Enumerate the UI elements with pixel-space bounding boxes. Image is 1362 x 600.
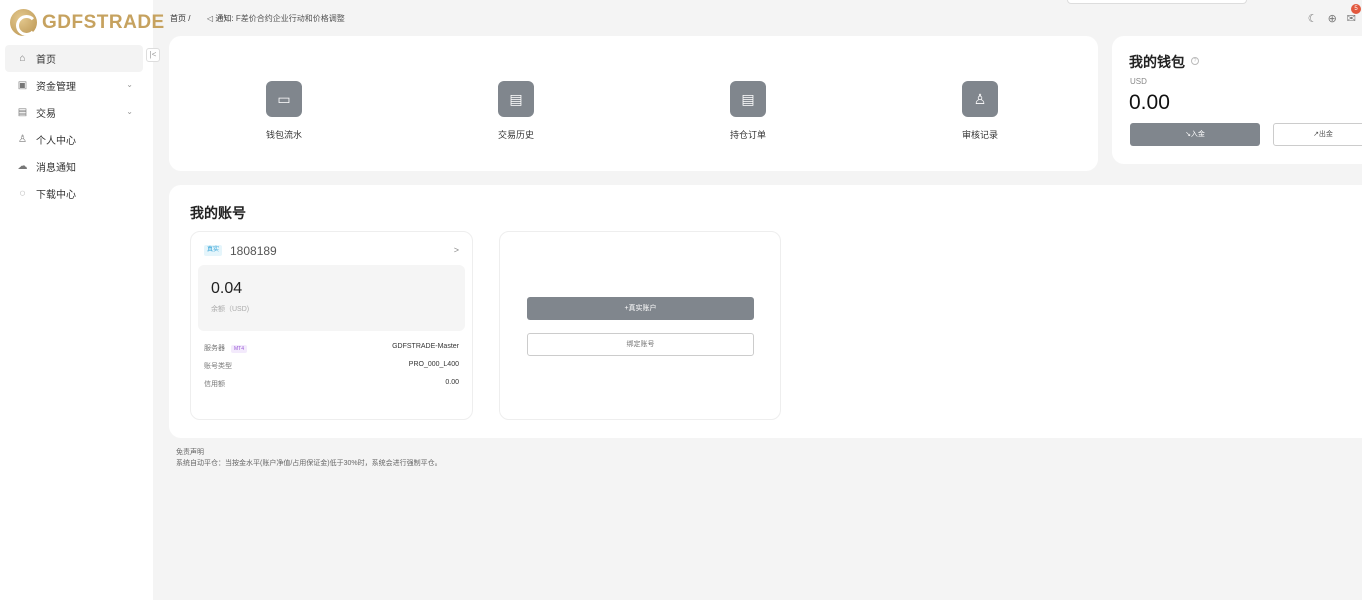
withdraw-button[interactable]: ↗出金 — [1273, 123, 1362, 146]
theme-toggle-icon[interactable]: ☾ — [1308, 12, 1318, 25]
home-icon: ⌂ — [19, 53, 26, 64]
quick-action-label: 钱包流水 — [265, 130, 302, 140]
quick-action-trade-history[interactable]: ▤ 交易历史 — [476, 81, 556, 141]
sidebar-item-label: 资金管理 — [36, 82, 76, 93]
chevron-down-icon: ⌄ — [126, 80, 133, 89]
sidebar-item-label: 交易 — [36, 109, 56, 120]
wallet-flow-icon: ▭ — [266, 81, 302, 117]
logo[interactable]: GDFSTRADE — [10, 9, 165, 36]
sidebar-nav: ⌂ 首页 ▣ 资金管理 ⌄ ▤ 交易 ⌄ ♙ 个人中心 ☁ 消息通知 ◌ 下载中… — [5, 45, 143, 207]
brand-name: GDFSTRADE — [42, 11, 165, 33]
trade-history-icon: ▤ — [498, 81, 534, 117]
quick-action-label: 持仓订单 — [729, 130, 766, 140]
sidebar-item-trade[interactable]: ▤ 交易 ⌄ — [5, 99, 143, 126]
quick-action-positions[interactable]: ▤ 持仓订单 — [708, 81, 788, 141]
account-card[interactable]: 真实 1808189 > 0.04 余额（USD) 服务器 MT4 GDFSTRA… — [190, 231, 473, 420]
message-icon: ☁ — [17, 161, 28, 172]
notice-text: F差价合约企业行动和价格调整 — [235, 14, 345, 23]
quick-action-label: 交易历史 — [497, 130, 534, 140]
row-value: 0.00 — [445, 379, 459, 386]
account-balance-box: 0.04 余额（USD) — [198, 265, 465, 331]
deposit-button[interactable]: ↘入金 — [1130, 123, 1260, 146]
breadcrumb[interactable]: 首页 / — [170, 13, 190, 24]
user-icon: ♙ — [18, 134, 27, 145]
sidebar-item-funds[interactable]: ▣ 资金管理 ⌄ — [5, 72, 143, 99]
sidebar-item-label: 下载中心 — [36, 190, 76, 201]
sidebar-collapse-icon[interactable]: |< — [146, 48, 160, 62]
wallet-card: 我的钱包 ? USD 0.00 ↘入金 ↗出金 — [1112, 36, 1362, 164]
notice-label: 通知: — [215, 14, 234, 23]
sidebar-item-label: 个人中心 — [36, 136, 76, 147]
quick-action-wallet-flow[interactable]: ▭ 钱包流水 — [244, 81, 324, 141]
row-key: 信用额 — [204, 381, 225, 388]
add-real-account-button[interactable]: +真实账户 — [527, 297, 754, 320]
help-icon[interactable]: ? — [1191, 57, 1199, 65]
notification-count-badge: 5 — [1351, 4, 1361, 14]
accounts-title: 我的账号 — [190, 205, 246, 221]
mail-icon: ✉ — [1346, 13, 1356, 25]
disclaimer: 免责声明 系统自动平仓：当按金水平(账户净值/占用保证金)低于30%时，系统会进… — [176, 447, 442, 469]
quick-action-label: 审核记录 — [961, 130, 998, 140]
wallet-currency: USD — [1130, 77, 1147, 86]
account-balance: 0.04 — [211, 280, 243, 297]
mail-button[interactable]: ✉ 5 — [1346, 4, 1361, 25]
sidebar-item-label: 消息通知 — [36, 163, 76, 174]
position-order-icon: ▤ — [730, 81, 766, 117]
audit-stamp-icon: ♙ — [962, 81, 998, 117]
download-icon: ◌ — [19, 188, 26, 199]
add-account-card: +真实账户 绑定账号 — [499, 231, 781, 420]
account-row-credit: 信用额 0.00 — [204, 379, 459, 391]
header-actions: ☾ ⊕ ✉ 5 — [1308, 4, 1361, 25]
chevron-down-icon: ⌄ — [126, 107, 133, 116]
row-key: 账号类型 — [204, 363, 232, 370]
account-balance-label: 余额（USD) — [211, 306, 250, 313]
account-number: 1808189 — [230, 244, 277, 258]
sidebar-item-downloads[interactable]: ◌ 下载中心 — [5, 180, 143, 207]
sidebar: GDFSTRADE ⌂ 首页 ▣ 资金管理 ⌄ ▤ 交易 ⌄ ♙ 个人中心 ☁ … — [0, 0, 164, 600]
notice-bar[interactable]: ◁ 通知: F差价合约企业行动和价格调整 — [207, 13, 345, 24]
disclaimer-text: 系统自动平仓：当按金水平(账户净值/占用保证金)低于30%时，系统会进行强制平仓… — [176, 460, 442, 467]
row-key: 服务器 — [204, 345, 225, 352]
row-value: GDFSTRADE-Master — [392, 343, 459, 350]
account-row-type: 账号类型 PRO_000_L400 — [204, 361, 459, 373]
bind-account-button[interactable]: 绑定账号 — [527, 333, 754, 356]
accounts-card: 我的账号 真实 1808189 > 0.04 余额（USD) 服务器 MT4 GD… — [169, 185, 1362, 438]
wallet-icon: ▣ — [17, 80, 28, 91]
language-icon[interactable]: ⊕ — [1328, 12, 1337, 25]
row-value: PRO_000_L400 — [408, 361, 459, 368]
notice-icon: ◁ — [207, 14, 214, 23]
quick-action-audit[interactable]: ♙ 审核记录 — [940, 81, 1020, 141]
sidebar-item-profile[interactable]: ♙ 个人中心 — [5, 126, 143, 153]
sidebar-item-label: 首页 — [36, 55, 56, 66]
sidebar-item-messages[interactable]: ☁ 消息通知 — [5, 153, 143, 180]
dropdown-popup — [1067, 0, 1247, 4]
platform-badge: MT4 — [231, 345, 247, 353]
trade-icon: ▤ — [17, 107, 28, 118]
disclaimer-title: 免责声明 — [176, 449, 204, 456]
account-row-server: 服务器 MT4 GDFSTRADE-Master — [204, 343, 459, 355]
wallet-balance: 0.00 — [1129, 91, 1170, 114]
wallet-title: 我的钱包 — [1129, 54, 1185, 70]
chevron-right-icon[interactable]: > — [454, 245, 459, 255]
account-type-badge: 真实 — [204, 245, 223, 256]
sidebar-item-home[interactable]: ⌂ 首页 — [5, 45, 143, 72]
logo-icon — [10, 9, 37, 36]
quick-actions-card: ▭ 钱包流水 ▤ 交易历史 ▤ 持仓订单 ♙ 审核记录 — [169, 36, 1098, 171]
